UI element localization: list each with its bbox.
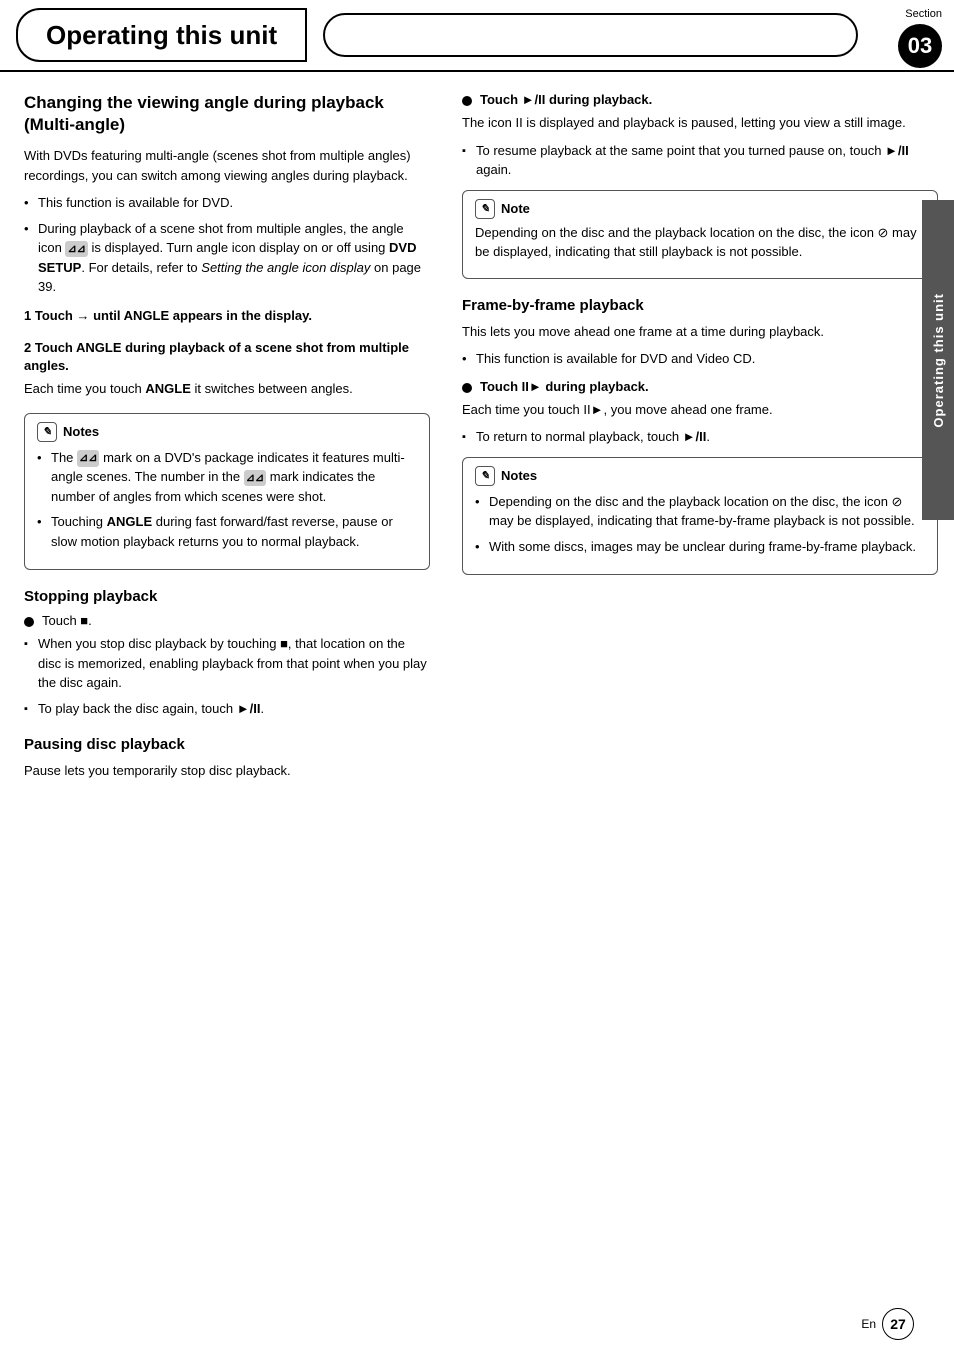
- pause-note-title: ✎ Note: [475, 199, 925, 219]
- page-title: Operating this unit: [46, 20, 277, 51]
- step1-heading: 1 Touch → until ANGLE appears in the dis…: [24, 307, 430, 325]
- pause-circle-text: Touch ►/II during playback.: [480, 92, 652, 107]
- section2-heading: Stopping playback: [24, 588, 430, 605]
- section1-notes-list: The ⊿⊿ mark on a DVD's package indicates…: [37, 448, 417, 552]
- pause-square-list: To resume playback at the same point tha…: [462, 141, 938, 180]
- footer-lang: En: [861, 1317, 876, 1331]
- page-header: Operating this unit Section 03: [0, 0, 954, 72]
- section1-heading: Changing the viewing angle during playba…: [24, 92, 430, 136]
- note-icon: ✎: [475, 199, 495, 219]
- header-center: [307, 0, 874, 70]
- list-item: With some discs, images may be unclear d…: [475, 537, 925, 557]
- angle-icon-small2: ⊿⊿: [244, 470, 266, 487]
- section2-square-list: When you stop disc playback by touching …: [24, 634, 430, 718]
- frame-square-list: To return to normal playback, touch ►/II…: [462, 427, 938, 447]
- frame-circle-text: Touch II► during playback.: [480, 379, 649, 394]
- section3-intro: Pause lets you temporarily stop disc pla…: [24, 761, 430, 781]
- page-footer: En 27: [861, 1308, 914, 1340]
- list-item: Touching ANGLE during fast forward/fast …: [37, 512, 417, 551]
- step1: 1 Touch → until ANGLE appears in the dis…: [24, 307, 430, 325]
- section1-bullets: This function is available for DVD. Duri…: [24, 193, 430, 297]
- step2-heading: 2 Touch ANGLE during playback of a scene…: [24, 339, 430, 375]
- list-item: The ⊿⊿ mark on a DVD's package indicates…: [37, 448, 417, 507]
- section-label: Section: [905, 8, 942, 20]
- bullet-dot: [24, 617, 34, 627]
- frame-body1: Each time you touch II►, you move ahead …: [462, 400, 938, 420]
- stop-circle-bullet: Touch ■.: [24, 613, 430, 628]
- frame-notes-list: Depending on the disc and the playback l…: [475, 492, 925, 557]
- list-item: When you stop disc playback by touching …: [24, 634, 430, 693]
- pause-body1: The icon II is displayed and playback is…: [462, 113, 938, 133]
- frame-section-heading: Frame-by-frame playback: [462, 297, 938, 314]
- angle-icon: ⊿⊿: [65, 241, 87, 258]
- pause-circle-bullet: Touch ►/II during playback.: [462, 92, 938, 107]
- right-column: Touch ►/II during playback. The icon II …: [454, 92, 938, 789]
- header-center-pill: [323, 13, 858, 57]
- section1-notes-title: ✎ Notes: [37, 422, 417, 442]
- bullet-dot: [462, 383, 472, 393]
- section1-intro: With DVDs featuring multi-angle (scenes …: [24, 146, 430, 185]
- notes-icon2: ✎: [475, 466, 495, 486]
- left-column: Changing the viewing angle during playba…: [24, 92, 454, 789]
- list-item: This function is available for DVD and V…: [462, 349, 938, 369]
- bullet-dot: [462, 96, 472, 106]
- list-item: To resume playback at the same point tha…: [462, 141, 938, 180]
- list-item: During playback of a scene shot from mul…: [24, 219, 430, 297]
- frame-notes-box: ✎ Notes Depending on the disc and the pl…: [462, 457, 938, 576]
- frame-notes-title: ✎ Notes: [475, 466, 925, 486]
- step2: 2 Touch ANGLE during playback of a scene…: [24, 339, 430, 399]
- list-item: To return to normal playback, touch ►/II…: [462, 427, 938, 447]
- section3-heading: Pausing disc playback: [24, 736, 430, 753]
- frame-bullets: This function is available for DVD and V…: [462, 349, 938, 369]
- list-item: To play back the disc again, touch ►/II.: [24, 699, 430, 719]
- notes-icon: ✎: [37, 422, 57, 442]
- title-pill: Operating this unit: [16, 8, 307, 62]
- frame-circle-bullet: Touch II► during playback.: [462, 379, 938, 394]
- angle-icon-small: ⊿⊿: [77, 450, 99, 467]
- pause-note-box: ✎ Note Depending on the disc and the pla…: [462, 190, 938, 279]
- list-item: This function is available for DVD.: [24, 193, 430, 213]
- header-right: Section 03: [874, 0, 954, 70]
- pause-note-body: Depending on the disc and the playback l…: [475, 223, 925, 262]
- step2-body: Each time you touch ANGLE it switches be…: [24, 379, 430, 399]
- stop-circle-text: Touch ■.: [42, 613, 92, 628]
- section1-notes-box: ✎ Notes The ⊿⊿ mark on a DVD's package i…: [24, 413, 430, 571]
- section-number: 03: [898, 24, 942, 68]
- main-content: Changing the viewing angle during playba…: [0, 72, 954, 809]
- frame-intro: This lets you move ahead one frame at a …: [462, 322, 938, 342]
- list-item: Depending on the disc and the playback l…: [475, 492, 925, 531]
- footer-page-number: 27: [882, 1308, 914, 1340]
